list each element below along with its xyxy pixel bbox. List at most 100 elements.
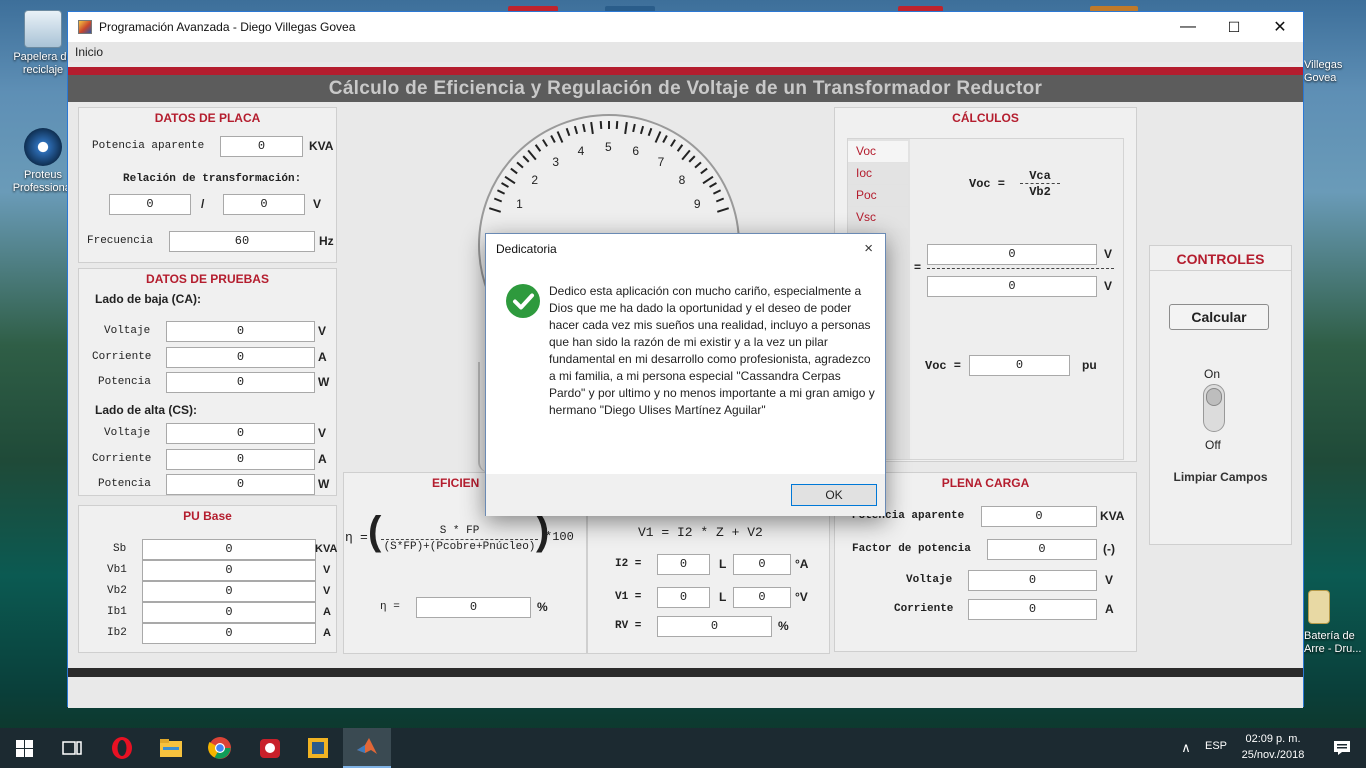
relacion-secundario-input[interactable]: 0 bbox=[223, 194, 305, 215]
tab-poc[interactable]: Poc bbox=[848, 185, 908, 206]
tab-voc[interactable]: Voc bbox=[848, 141, 908, 162]
i2-angle-field[interactable]: 0 bbox=[733, 554, 791, 575]
v1-angle-field[interactable]: 0 bbox=[733, 587, 791, 608]
alta-voltaje-input[interactable]: 0 bbox=[166, 423, 315, 444]
notification-icon[interactable] bbox=[1318, 728, 1366, 768]
baja-corriente-input[interactable]: 0 bbox=[166, 347, 315, 368]
clock-date: 25/nov./2018 bbox=[1241, 749, 1305, 761]
calc-denominator-unit: V bbox=[1104, 279, 1113, 293]
opera-icon[interactable] bbox=[98, 728, 146, 768]
app-red-icon[interactable] bbox=[246, 728, 294, 768]
panel-title: DATOS DE PRUEBAS bbox=[146, 272, 269, 286]
alta-corriente-input[interactable]: 0 bbox=[166, 449, 315, 470]
clock[interactable]: 02:09 p. m. 25/nov./2018 bbox=[1232, 731, 1314, 763]
gauge-tick bbox=[522, 155, 530, 163]
bottom-area bbox=[68, 677, 1303, 708]
baja-voltaje-unit: V bbox=[318, 324, 327, 338]
limpiar-campos-button[interactable]: Limpiar Campos bbox=[1150, 470, 1291, 484]
eta-result-field[interactable]: 0 bbox=[416, 597, 531, 618]
chevron-up-icon[interactable]: ∧ bbox=[1172, 728, 1200, 768]
gauge-number: 4 bbox=[577, 143, 585, 158]
gauge-tick bbox=[503, 175, 516, 185]
pc-potencia-field[interactable]: 0 bbox=[981, 506, 1097, 527]
language-indicator[interactable]: ESP bbox=[1205, 740, 1227, 752]
eta-result-label: η = bbox=[380, 601, 400, 613]
ok-button[interactable]: OK bbox=[791, 484, 877, 506]
ib1-field[interactable]: 0 bbox=[142, 602, 316, 623]
divider bbox=[1150, 270, 1291, 271]
app-yellow-icon[interactable] bbox=[294, 728, 342, 768]
i2-unit: °A bbox=[795, 557, 809, 571]
calculos-area: Voc Ioc Poc Vsc Voc = Vca Vb2 0 V = 0 V … bbox=[847, 138, 1124, 460]
calc-denominator-field[interactable]: 0 bbox=[927, 276, 1097, 297]
gauge-tick bbox=[535, 144, 542, 152]
pc-voltaje-field[interactable]: 0 bbox=[968, 570, 1097, 591]
vb2-label: Vb2 bbox=[107, 585, 127, 597]
alta-corriente-label: Corriente bbox=[92, 453, 152, 465]
accent-bar bbox=[68, 67, 1303, 75]
baja-corriente-unit: A bbox=[318, 350, 327, 364]
frecuencia-input[interactable]: 60 bbox=[169, 231, 315, 252]
gauge-tick bbox=[662, 135, 669, 144]
close-button[interactable]: ✕ bbox=[1257, 12, 1303, 42]
v1-magnitude-field[interactable]: 0 bbox=[657, 587, 710, 608]
gauge-tick bbox=[694, 161, 702, 169]
gauge-tick bbox=[556, 131, 564, 144]
gauge-tick bbox=[549, 135, 556, 144]
matlab-icon[interactable] bbox=[343, 728, 391, 768]
desktop-icon-file[interactable]: Batería de Arre - Dru... bbox=[1304, 590, 1366, 656]
file-icon bbox=[1308, 590, 1330, 624]
relacion-separator: / bbox=[201, 197, 205, 211]
rv-unit: % bbox=[778, 619, 789, 633]
desktop-icon-folder[interactable]: Villegas Govea bbox=[1304, 59, 1366, 85]
relacion-primario-input[interactable]: 0 bbox=[109, 194, 191, 215]
alta-potencia-input[interactable]: 0 bbox=[166, 474, 315, 495]
gauge-number: 3 bbox=[552, 155, 560, 170]
eff-times-100: *100 bbox=[545, 530, 574, 544]
calcular-button[interactable]: Calcular bbox=[1169, 304, 1269, 330]
gauge-tick bbox=[582, 123, 586, 132]
task-view-icon[interactable] bbox=[48, 728, 96, 768]
tab-ioc[interactable]: Ioc bbox=[848, 163, 908, 184]
gauge-tick bbox=[501, 182, 510, 188]
tab-vsc[interactable]: Vsc bbox=[848, 207, 908, 228]
dialog-close-button[interactable]: × bbox=[864, 240, 873, 257]
baja-voltaje-input[interactable]: 0 bbox=[166, 321, 315, 342]
alta-potencia-label: Potencia bbox=[98, 478, 151, 490]
title-bar[interactable]: Programación Avanzada - Diego Villegas G… bbox=[68, 12, 1303, 42]
gauge-tick bbox=[616, 121, 619, 130]
panel-datos-pruebas: DATOS DE PRUEBAS Lado de baja (CA): Volt… bbox=[78, 268, 337, 496]
recycle-bin-icon bbox=[24, 10, 62, 48]
menu-item-inicio[interactable]: Inicio bbox=[75, 45, 103, 59]
panel-datos-placa: DATOS DE PLACA Potencia aparente 0 KVA R… bbox=[78, 107, 337, 263]
calc-eq-sign: = bbox=[914, 260, 922, 274]
i2-magnitude-field[interactable]: 0 bbox=[657, 554, 710, 575]
minimize-button[interactable]: — bbox=[1165, 12, 1211, 42]
alta-potencia-unit: W bbox=[318, 477, 330, 491]
baja-potencia-input[interactable]: 0 bbox=[166, 372, 315, 393]
pc-corriente-field[interactable]: 0 bbox=[968, 599, 1097, 620]
pc-fp-field[interactable]: 0 bbox=[987, 539, 1097, 560]
relacion-label: Relación de transformación: bbox=[123, 173, 302, 185]
ib2-field[interactable]: 0 bbox=[142, 623, 316, 644]
frecuencia-label: Frecuencia bbox=[87, 235, 154, 247]
panel-title: CÁLCULOS bbox=[952, 111, 1019, 125]
on-off-switch[interactable] bbox=[1203, 384, 1225, 432]
gauge-tick bbox=[516, 161, 524, 169]
vb2-field[interactable]: 0 bbox=[142, 581, 316, 602]
gauge-tick bbox=[590, 122, 595, 135]
gauge-number: 2 bbox=[531, 173, 538, 188]
file-explorer-icon[interactable] bbox=[147, 728, 195, 768]
windows-start-icon[interactable] bbox=[0, 728, 48, 768]
rv-field[interactable]: 0 bbox=[657, 616, 772, 637]
proteus-icon bbox=[24, 128, 62, 166]
maximize-button[interactable]: ☐ bbox=[1211, 12, 1257, 42]
gauge-tick bbox=[654, 131, 662, 144]
calc-numerator-field[interactable]: 0 bbox=[927, 244, 1097, 265]
sb-field[interactable]: 0 bbox=[142, 539, 316, 560]
potencia-aparente-input[interactable]: 0 bbox=[220, 136, 303, 157]
menu-bar: Inicio bbox=[68, 42, 1303, 62]
calc-result-field[interactable]: 0 bbox=[969, 355, 1070, 376]
chrome-icon[interactable] bbox=[196, 728, 244, 768]
vb1-field[interactable]: 0 bbox=[142, 560, 316, 581]
